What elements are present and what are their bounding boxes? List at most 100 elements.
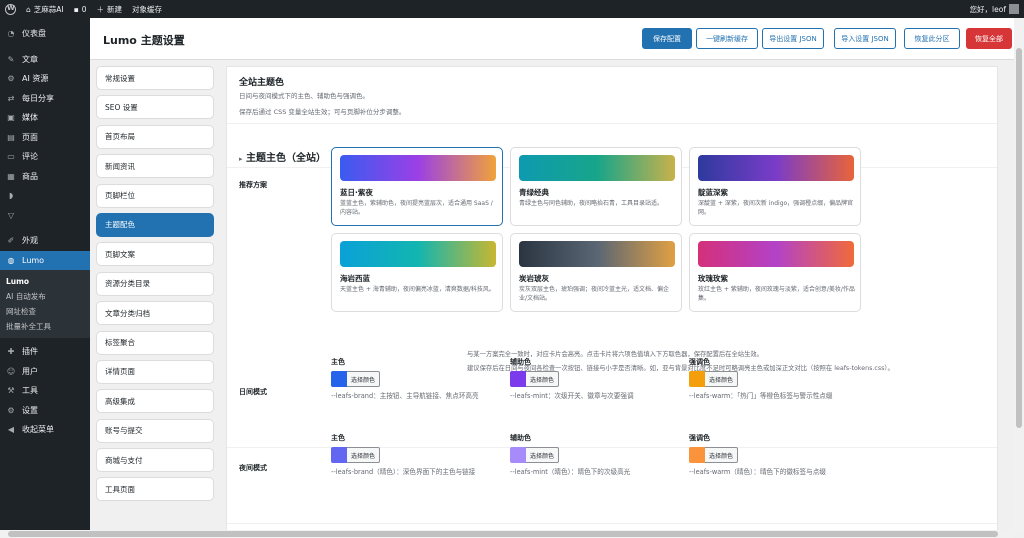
tab-item[interactable]: 标签聚合 xyxy=(96,330,214,355)
tab-item[interactable]: 首页布局 xyxy=(96,124,214,149)
site-name-link[interactable]: ⌂ 芝麻蒜AI xyxy=(21,0,69,18)
sidebar-item-globe[interactable]: ◍ Lumo xyxy=(0,250,90,270)
select-color-button[interactable]: 选择颜色 xyxy=(347,447,381,463)
submenu-item[interactable]: AI 自动发布 xyxy=(0,289,90,304)
reset-section-button[interactable]: 恢复此分区 xyxy=(904,28,960,49)
home-icon: ⌂ xyxy=(26,4,31,14)
sidebar-item-pin[interactable]: ✎ 文章 xyxy=(0,50,90,70)
page-icon: ▤ xyxy=(7,132,15,142)
sidebar-item-settings[interactable]: ⚙ 设置 xyxy=(0,401,90,421)
submenu-item[interactable]: 批量补全工具 xyxy=(0,319,90,334)
comment-icon: ▭ xyxy=(7,152,15,162)
admin-sidebar: ◔ 仪表盘 ✎ 文章 ⚙ AI 资源 ⇄ 每日分享 ▣ 媒体 ▤ 页面 ▭ 评论… xyxy=(0,18,90,538)
account-menu[interactable]: 您好，leof xyxy=(965,0,1024,18)
color-swatch[interactable] xyxy=(689,371,705,387)
gear-icon: ⚙ xyxy=(7,74,15,84)
save-config-button[interactable]: 保存配置 xyxy=(642,28,692,49)
sidebar-item-share[interactable]: ⇄ 每日分享 xyxy=(0,89,90,109)
sidebar-item-media[interactable]: ▣ 媒体 xyxy=(0,108,90,128)
sidebar-item-rss[interactable]: ◗ xyxy=(0,186,90,206)
reset-all-button[interactable]: 恢复全部 xyxy=(966,28,1012,49)
preset-card[interactable]: 靛蓝深紫 深靛蓝 + 深紫，夜间次新 indigo，强调橙点缀，偏品牌官网。 xyxy=(689,147,861,226)
export-json-button[interactable]: 导出设置 JSON xyxy=(762,28,824,49)
color-swatch[interactable] xyxy=(510,447,526,463)
color-swatch[interactable] xyxy=(689,447,705,463)
preset-card[interactable]: 玫瑰玫紫 玫红主色 + 紫辅助，夜间玫瑰与淡紫，适合创意/美妆/作品集。 xyxy=(689,233,861,312)
tab-item[interactable]: 账号与提交 xyxy=(96,418,214,443)
sidebar-item-brush[interactable]: ✐ 外观 xyxy=(0,231,90,251)
tab-item[interactable]: 常规设置 xyxy=(96,66,214,90)
color-swatch[interactable] xyxy=(510,371,526,387)
tab-item[interactable]: 主题配色 xyxy=(96,212,214,237)
sidebar-item-user[interactable]: ☺ 用户 xyxy=(0,362,90,382)
preset-gradient xyxy=(340,155,496,181)
tab-item[interactable]: SEO 设置 xyxy=(96,95,214,120)
tab-item[interactable]: 新闻资讯 xyxy=(96,154,214,179)
main-area: Lumo 主题设置 保存配置 一键刷新缓存 导出设置 JSON 导入设置 JSO… xyxy=(90,18,1014,538)
divider xyxy=(227,523,997,524)
globe-icon: ◍ xyxy=(7,255,15,265)
settings-header: Lumo 主题设置 保存配置 一键刷新缓存 导出设置 JSON 导入设置 JSO… xyxy=(90,18,1014,60)
color-swatch[interactable] xyxy=(331,447,347,463)
horizontal-scrollbar[interactable] xyxy=(0,530,1014,538)
tab-item[interactable]: 工具页面 xyxy=(96,477,214,502)
color-field: 主色 选择颜色 --leafs-brand（晴色）：深色界面下的主色与链接 xyxy=(331,434,476,476)
tab-item[interactable]: 商城与支付 xyxy=(96,448,214,473)
tab-item[interactable]: 页脚文案 xyxy=(96,242,214,267)
color-swatch[interactable] xyxy=(331,371,347,387)
section-desc: 日间与夜间模式下的主色、辅助色与强调色。 xyxy=(239,92,369,100)
tab-item[interactable]: 资源分类目录 xyxy=(96,271,214,296)
preset-card[interactable]: 炭岩琥灰 炭灰双层主色，琥珀强调；夜间冷蓝主光，适文档、偏企业/文档站。 xyxy=(510,233,682,312)
wp-logo-menu[interactable] xyxy=(0,0,21,18)
collapse-icon: ◀ xyxy=(7,425,15,435)
sidebar-item-page[interactable]: ▤ 页面 xyxy=(0,128,90,148)
scrollbar-thumb[interactable] xyxy=(8,531,998,537)
section-heading: ▸ 主题主色（全站） xyxy=(239,153,326,164)
tab-item[interactable]: 高级集成 xyxy=(96,389,214,414)
preset-card[interactable]: 蓝日·紫夜 蓝蓝主色，紫辅助色，夜间提亮蓝层次，适合通用 SaaS / 内容站。 xyxy=(331,147,503,226)
tab-item[interactable]: 页脚栏位 xyxy=(96,183,214,208)
settings-icon: ⚙ xyxy=(7,405,15,415)
comments-link[interactable]: ▪ 0 xyxy=(69,0,92,18)
object-cache-link[interactable]: 对象缓存 xyxy=(127,0,167,18)
preset-card[interactable]: 海岩西蓝 天蓝主色 + 海青辅助，夜间偏亮冰蓝，清爽数据/科技风。 xyxy=(331,233,503,312)
user-icon: ☺ xyxy=(6,366,16,376)
tab-item[interactable]: 文章分类归档 xyxy=(96,301,214,326)
sidebar-item-gear[interactable]: ⚙ AI 资源 xyxy=(0,69,90,89)
sidebar-item-collapse[interactable]: ◀ 收起菜单 xyxy=(0,420,90,440)
select-color-button[interactable]: 选择颜色 xyxy=(705,371,739,387)
select-color-button[interactable]: 选择颜色 xyxy=(347,371,381,387)
vertical-scrollbar[interactable] xyxy=(1014,18,1024,530)
sidebar-item-dashboard[interactable]: ◔ 仪表盘 xyxy=(0,24,90,44)
plus-icon: ＋ xyxy=(96,4,104,14)
preset-gradient xyxy=(698,241,854,267)
section-desc-2: 保存后通过 CSS 变量全站生效；可与页脚补位分步调整。 xyxy=(239,108,406,116)
submenu-item[interactable]: Lumo xyxy=(0,274,90,289)
pin-icon: ✎ xyxy=(7,54,15,64)
avatar xyxy=(1009,4,1019,14)
cart-icon: ▦ xyxy=(7,171,15,181)
media-icon: ▣ xyxy=(7,113,15,123)
tab-item[interactable]: 详情页面 xyxy=(96,359,214,384)
scrollbar-thumb[interactable] xyxy=(1016,48,1022,428)
select-color-button[interactable]: 选择颜色 xyxy=(526,447,560,463)
sidebar-item-comment[interactable]: ▭ 评论 xyxy=(0,147,90,167)
sidebar-item-filter[interactable]: ▽ xyxy=(0,206,90,226)
color-field: 辅助色 选择颜色 --leafs-mint：次级开关、徽章与次要强调 xyxy=(510,358,634,400)
preset-gradient xyxy=(340,241,496,267)
refresh-cache-button[interactable]: 一键刷新缓存 xyxy=(696,28,758,49)
submenu-item[interactable]: 网址检查 xyxy=(0,304,90,319)
select-color-button[interactable]: 选择颜色 xyxy=(705,447,739,463)
settings-panel: 全站主题色 日间与夜间模式下的主色、辅助色与强调色。 保存后通过 CSS 变量全… xyxy=(226,66,998,538)
admin-bar: ⌂芝麻蒜AI ▪0 ＋新建 对象缓存 您好，leof xyxy=(0,0,1024,18)
sidebar-item-plugin[interactable]: ✚ 插件 xyxy=(0,342,90,362)
color-field: 辅助色 选择颜色 --leafs-mint（晴色）：晴色下的次级高光 xyxy=(510,434,631,476)
section-title: 全站主题色 xyxy=(239,78,285,88)
color-field: 强调色 选择颜色 --leafs-warm（晴色）：晴色下的徽标签与点缀 xyxy=(689,434,826,476)
sidebar-item-cart[interactable]: ▦ 商品 xyxy=(0,167,90,187)
new-content-link[interactable]: ＋新建 xyxy=(91,0,127,18)
sidebar-item-wrench[interactable]: ⚒ 工具 xyxy=(0,381,90,401)
import-json-button[interactable]: 导入设置 JSON xyxy=(834,28,896,49)
preset-card[interactable]: 青绿经典 青绿主色与同色辅助，夜间略抬石青，工具目录站适。 xyxy=(510,147,682,226)
select-color-button[interactable]: 选择颜色 xyxy=(526,371,560,387)
